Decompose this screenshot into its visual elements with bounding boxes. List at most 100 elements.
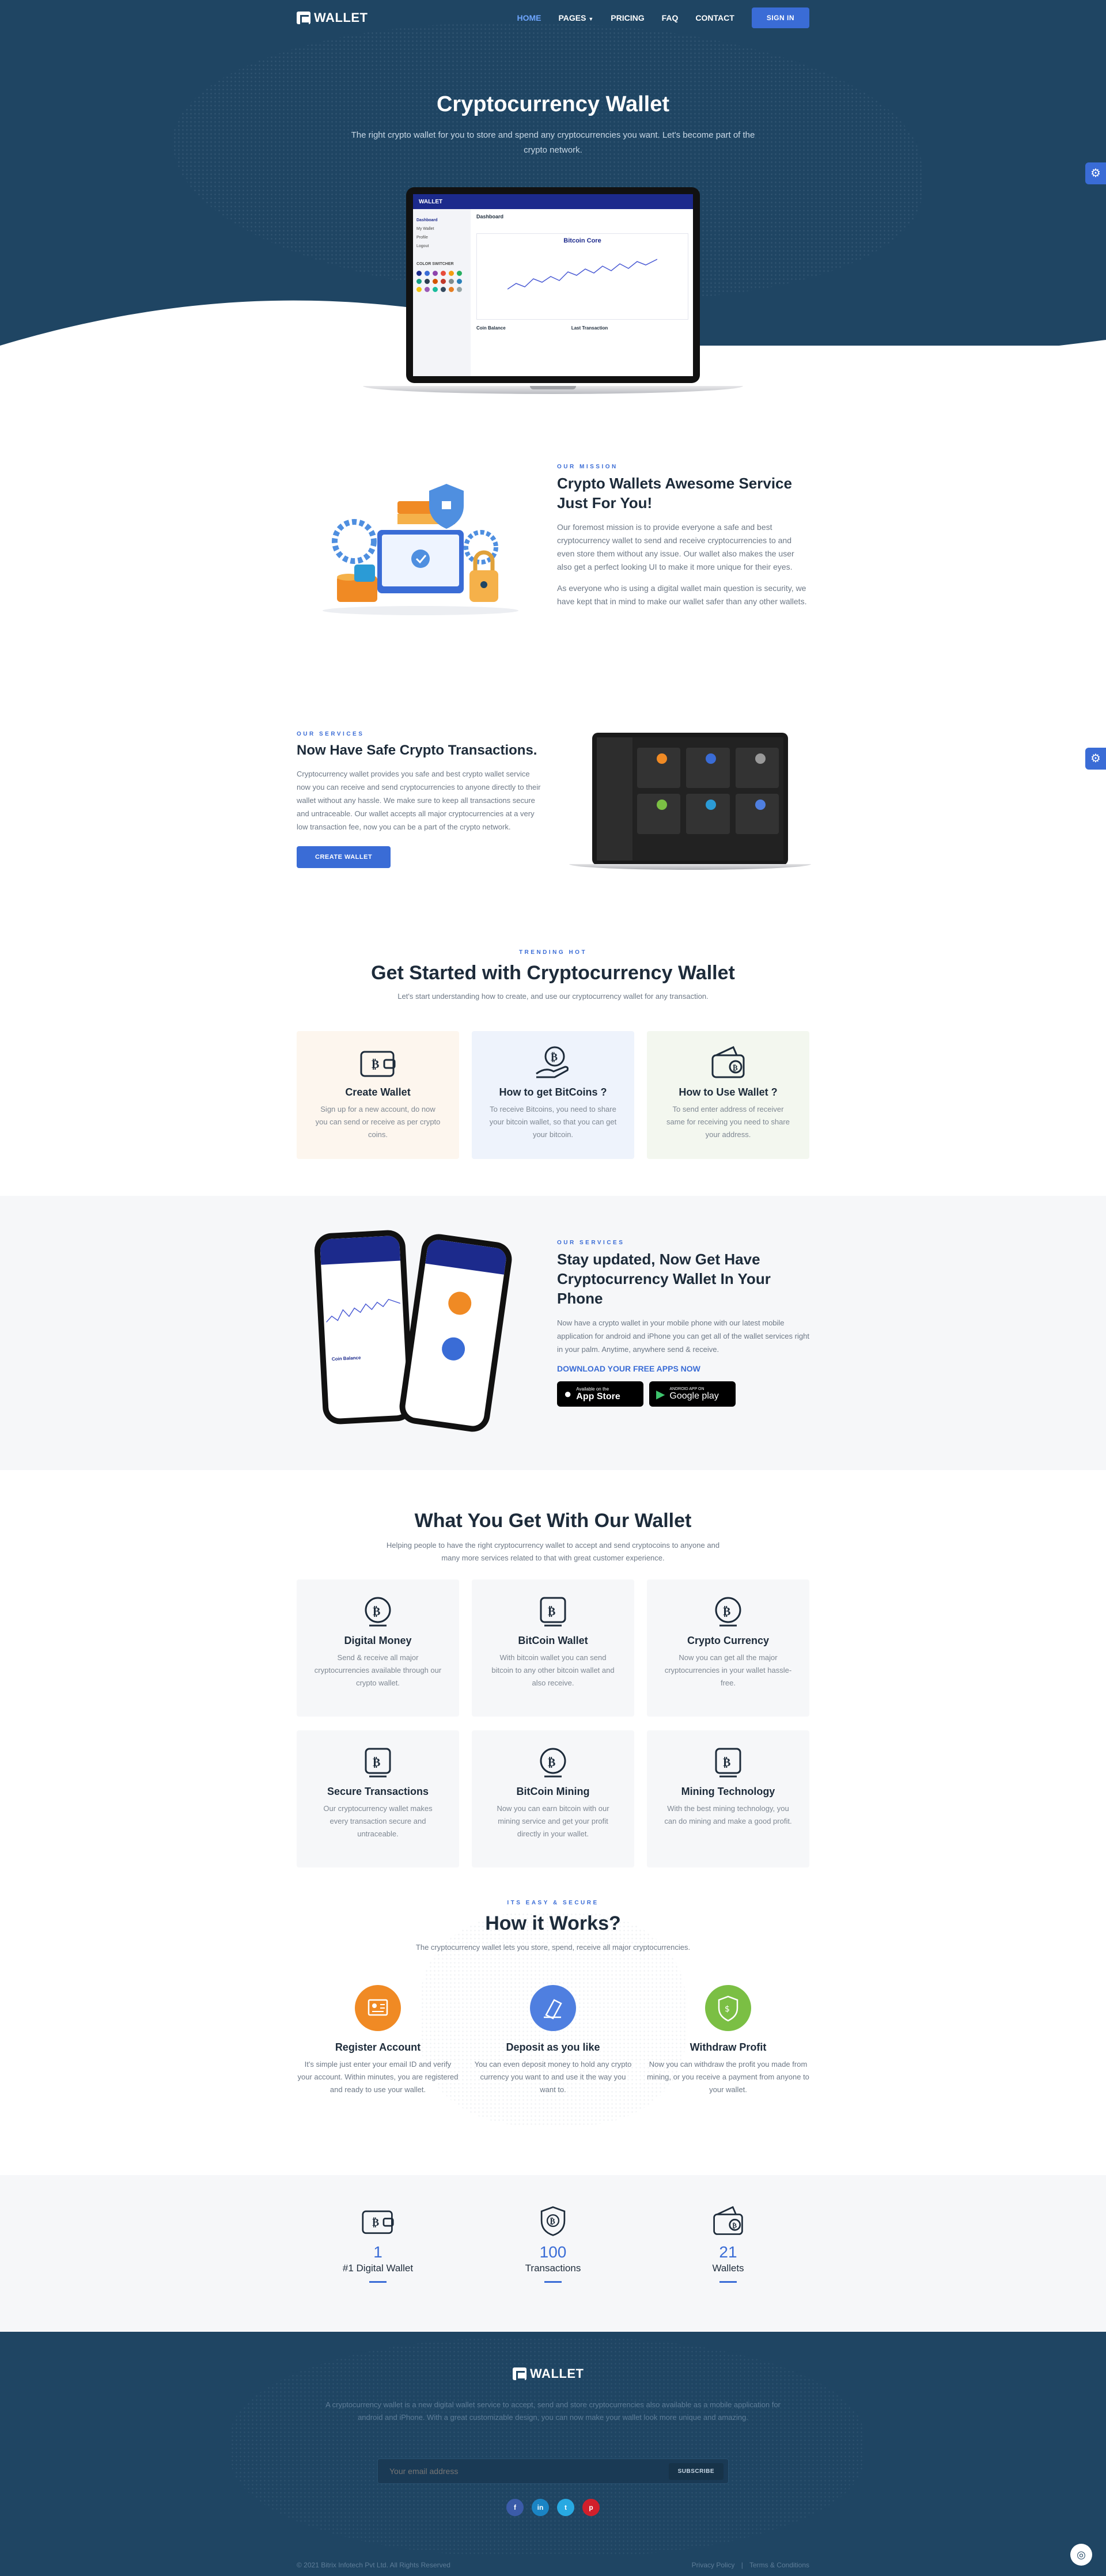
- mission-title: Crypto Wallets Awesome Service Just For …: [557, 475, 792, 512]
- nav-pages-label: PAGES: [558, 13, 586, 22]
- dashboard-heading: Dashboard: [476, 214, 504, 219]
- nav-pricing[interactable]: PRICING: [611, 13, 644, 22]
- hand-bitcoin-icon: ₿: [533, 1045, 573, 1081]
- sign-in-button[interactable]: SIGN IN: [751, 7, 809, 28]
- stat-underline: [369, 2281, 387, 2283]
- newsletter-form: SUBSCRIBE: [377, 2458, 729, 2484]
- svg-text:₿: ₿: [373, 1755, 380, 1769]
- dashboard-sidebar: Dashboard My Wallet Profile Logout COLOR…: [413, 209, 471, 376]
- stat-label: #1 Digital Wallet: [342, 2263, 414, 2274]
- settings-gear-icon-2[interactable]: ⚙: [1085, 748, 1106, 770]
- laptop-mockup: WALLET Dashboard My Wallet Profile Logou…: [406, 187, 700, 383]
- svg-text:$: $: [725, 2005, 730, 2014]
- wallet-icon: ₿: [647, 2205, 809, 2237]
- create-wallet-button[interactable]: CREATE WALLET: [297, 846, 391, 868]
- step-title: Deposit as you like: [506, 2041, 600, 2053]
- twitter-icon[interactable]: t: [557, 2499, 574, 2516]
- nav-faq[interactable]: FAQ: [662, 13, 679, 22]
- appstore-text: App Store: [576, 1391, 620, 1401]
- nav-pages[interactable]: PAGES ▼: [559, 13, 594, 22]
- stat-label: Wallets: [712, 2263, 744, 2274]
- feature-text: Now you can get all the major cryptocurr…: [664, 1653, 792, 1687]
- coin-grid: [637, 748, 779, 834]
- stat-underline: [719, 2281, 737, 2283]
- chat-support-icon[interactable]: ◎: [1070, 2544, 1092, 2566]
- dashboard-screenshot: WALLET Dashboard My Wallet Profile Logou…: [413, 194, 693, 376]
- feature-title: Secure Transactions: [327, 1786, 429, 1797]
- card-title: How to Use Wallet ?: [679, 1086, 778, 1098]
- feature-card[interactable]: ₿ Mining Technology With the best mining t…: [647, 1730, 809, 1867]
- feature-text: Our cryptocurrency wallet makes every tr…: [323, 1804, 433, 1838]
- how-eyebrow: ITS EASY & SECURE: [507, 1900, 599, 1906]
- shield-bitcoin-icon: ₿: [358, 1744, 398, 1780]
- card-title: Create Wallet: [345, 1086, 411, 1098]
- subscribe-button[interactable]: SUBSCRIBE: [668, 2463, 724, 2480]
- svg-text:₿: ₿: [548, 1755, 555, 1769]
- privacy-policy-link[interactable]: Privacy Policy: [692, 2561, 735, 2569]
- svg-text:₿: ₿: [551, 1051, 558, 1063]
- footer-logo[interactable]: WALLET: [513, 2366, 584, 2381]
- dashboard-menu-item: Dashboard: [416, 218, 438, 222]
- feature-card[interactable]: ₿ Digital Money Send & receive all major c…: [297, 1579, 459, 1717]
- card-title: How to get BitCoins ?: [499, 1086, 607, 1098]
- appstore-small-text: Available on the: [576, 1386, 609, 1392]
- card-create-wallet[interactable]: ₿ Create Wallet Sign up for a new accoun…: [297, 1031, 459, 1159]
- terms-link[interactable]: Terms & Conditions: [749, 2561, 809, 2569]
- navbar: WALLET HOME PAGES ▼ PRICING FAQ CONTACT …: [297, 7, 809, 28]
- google-play-button[interactable]: ▶ ANDROID APP ON Google play: [649, 1381, 736, 1407]
- app-eyebrow: OUR SERVICES: [557, 1240, 625, 1246]
- svg-text:₿: ₿: [732, 2222, 737, 2230]
- app-block: OUR SERVICES Stay updated, Now Get Have …: [557, 1240, 810, 1407]
- svg-text:₿: ₿: [548, 1604, 555, 1618]
- head-bitcoin-icon: ₿: [708, 1744, 748, 1780]
- bitcoin-wallet-icon: ₿: [533, 1593, 573, 1629]
- apple-icon: ●: [564, 1387, 572, 1401]
- features-subtitle: Helping people to have the right cryptoc…: [386, 1541, 720, 1562]
- svg-text:₿: ₿: [723, 1604, 730, 1618]
- stat-number: 100: [539, 2243, 567, 2261]
- download-heading: DOWNLOAD YOUR FREE APPS NOW: [557, 1364, 700, 1373]
- site-logo[interactable]: WALLET: [297, 10, 368, 25]
- logo-text: WALLET: [314, 10, 368, 25]
- caret-down-icon: ▼: [588, 16, 594, 22]
- dashboard-menu-item: Logout: [416, 244, 429, 248]
- mission-block: OUR MISSION Crypto Wallets Awesome Servi…: [557, 464, 810, 608]
- coin-balance-label: Coin Balance: [476, 325, 506, 331]
- feature-card[interactable]: ₿ BitCoin Wallet With bitcoin wallet you c…: [472, 1579, 634, 1717]
- email-input[interactable]: [378, 2459, 654, 2483]
- nav-home[interactable]: HOME: [517, 13, 541, 22]
- services-text: Cryptocurrency wallet provides you safe …: [297, 770, 541, 831]
- dashboard-cards: Coin Balance Last Transaction: [476, 325, 688, 331]
- feature-card[interactable]: ₿ BitCoin Mining Now you can earn bitcoin …: [472, 1730, 634, 1867]
- facebook-icon[interactable]: f: [506, 2499, 524, 2516]
- started-eyebrow: TRENDING HOT: [518, 949, 588, 956]
- pickaxe-bitcoin-icon: ₿: [533, 1744, 573, 1780]
- step-text: Now you can withdraw the profit you made…: [647, 2060, 809, 2094]
- feature-text: With the best mining technology, you can…: [664, 1804, 792, 1825]
- app-store-button[interactable]: ● Available on the App Store: [557, 1381, 643, 1407]
- services-block: OUR SERVICES Now Have Safe Crypto Transa…: [297, 731, 544, 868]
- feature-card[interactable]: ₿ Crypto Currency Now you can get all the …: [647, 1579, 809, 1717]
- mission-paragraph-2: As everyone who is using a digital walle…: [557, 584, 807, 606]
- how-header: ITS EASY & SECURE How it Works? The cryp…: [0, 1900, 1106, 1954]
- card-get-bitcoins[interactable]: ₿ How to get BitCoins ? To receive Bitco…: [472, 1031, 634, 1159]
- feature-text: Send & receive all major cryptocurrencie…: [314, 1653, 442, 1687]
- step-register: Register Account It's simple just enter …: [297, 1985, 459, 2096]
- stat-label: Transactions: [525, 2263, 581, 2274]
- mission-paragraph-1: Our foremost mission is to provide every…: [557, 522, 794, 571]
- pinterest-icon[interactable]: p: [582, 2499, 600, 2516]
- feature-text: With bitcoin wallet you can send bitcoin…: [491, 1653, 615, 1687]
- feature-title: BitCoin Mining: [516, 1786, 590, 1797]
- svg-text:₿: ₿: [550, 2217, 555, 2226]
- social-links: f in t p: [0, 2499, 1106, 2516]
- nav-contact[interactable]: CONTACT: [695, 13, 734, 22]
- feature-card[interactable]: ₿ Secure Transactions Our cryptocurrency w…: [297, 1730, 459, 1867]
- linkedin-icon[interactable]: in: [532, 2499, 549, 2516]
- feature-text: Now you can earn bitcoin with our mining…: [497, 1804, 609, 1838]
- settings-gear-icon[interactable]: ⚙: [1085, 162, 1106, 184]
- card-use-wallet[interactable]: ₿ How to Use Wallet ? To send enter addr…: [647, 1031, 809, 1159]
- color-switcher-label: COLOR SWITCHER: [416, 262, 454, 266]
- crypto-network-icon: ₿: [708, 1593, 748, 1629]
- wallet-bitcoin-icon: ₿: [358, 1045, 398, 1081]
- feature-title: Crypto Currency: [687, 1635, 770, 1646]
